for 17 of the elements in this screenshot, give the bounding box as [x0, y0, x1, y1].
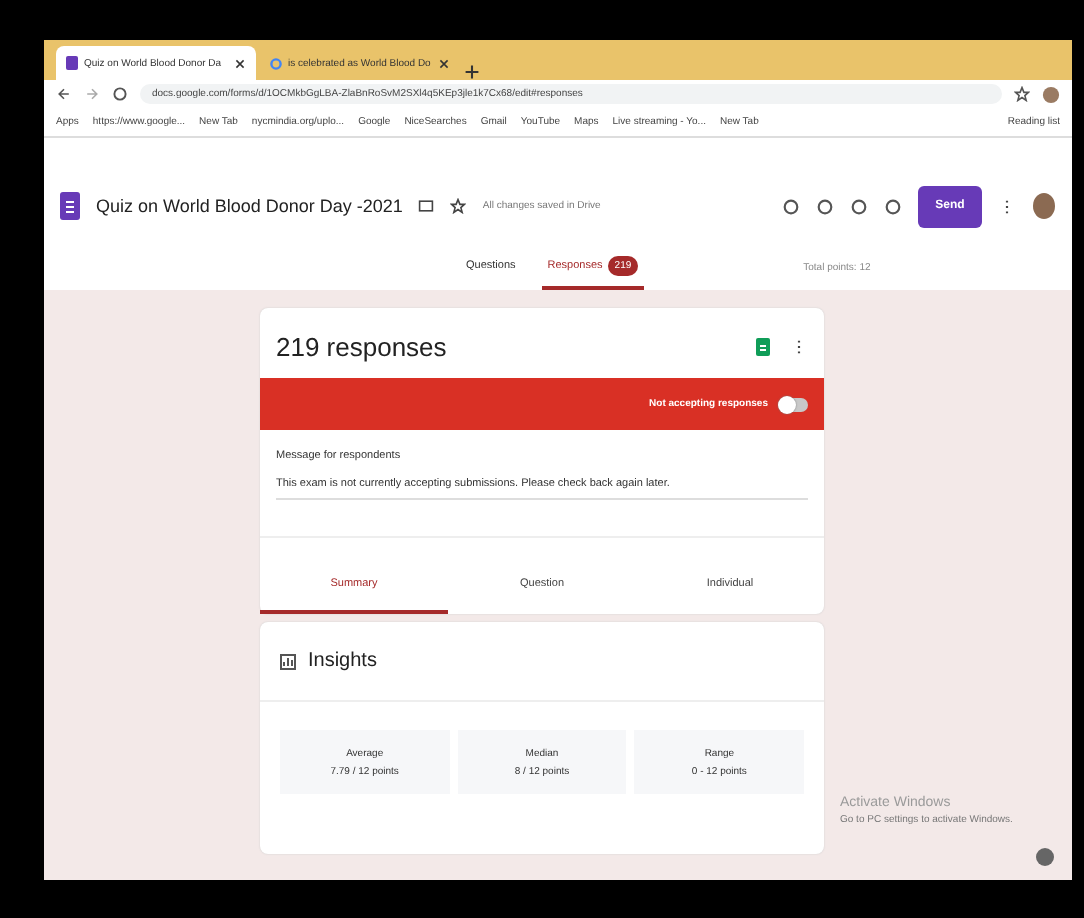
forms-logo-icon: [60, 192, 80, 220]
forms-icon: [66, 56, 78, 70]
chart-icon: [280, 653, 296, 669]
responses-count: 219 responses: [276, 332, 449, 362]
form-title: Quiz on World Blood Donor Day -2021: [96, 196, 403, 216]
plus-icon[interactable]: [464, 64, 480, 80]
back-icon[interactable]: [56, 86, 72, 102]
star-icon[interactable]: [1014, 86, 1030, 102]
avatar-icon[interactable]: [1032, 192, 1056, 220]
star-icon[interactable]: [450, 198, 467, 214]
profile-avatar-icon[interactable]: [1042, 85, 1060, 103]
close-icon[interactable]: [234, 57, 246, 69]
folder-icon[interactable]: [418, 198, 435, 214]
spreadsheet-icon[interactable]: [756, 338, 770, 356]
accepting-toggle[interactable]: [780, 397, 808, 411]
insights-title: Insights: [308, 650, 377, 672]
close-icon[interactable]: [438, 57, 450, 69]
